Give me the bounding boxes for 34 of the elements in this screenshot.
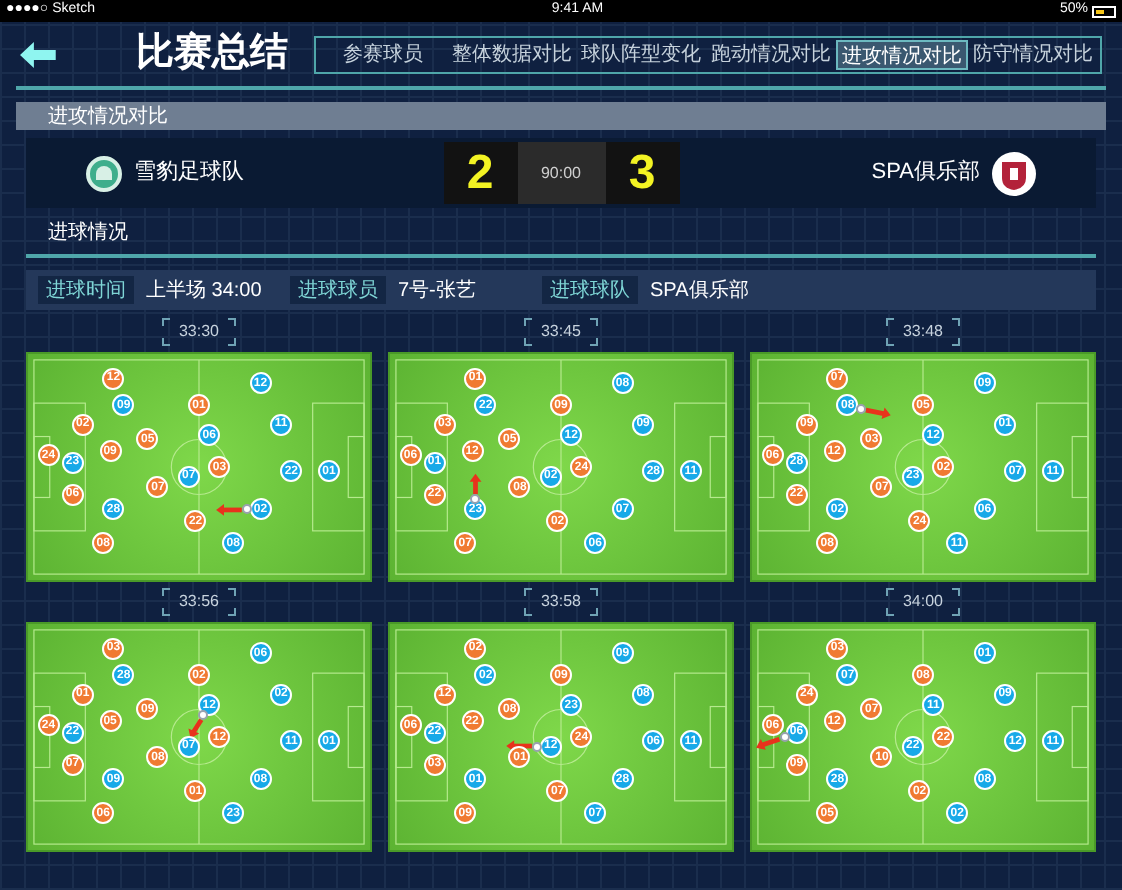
field-label: 进球球队 xyxy=(542,276,638,304)
section-header: 进攻情况对比 xyxy=(16,102,1106,130)
arrow-icon xyxy=(865,407,891,419)
arrow-icon xyxy=(756,736,781,750)
field-value: 7号-张艺 xyxy=(398,277,476,305)
time-label: 33:48 xyxy=(886,318,960,346)
page-title: 比赛总结 xyxy=(135,29,290,78)
back-icon[interactable] xyxy=(20,41,56,67)
time-label: 33:30 xyxy=(162,318,236,346)
team-name: SPA俱乐部 xyxy=(871,157,980,189)
score: 3 xyxy=(605,142,679,204)
team-logo-icon xyxy=(86,155,122,191)
tab[interactable]: 整体数据对比 xyxy=(447,39,577,69)
field-label: 进球时间 xyxy=(38,276,134,304)
battery-icon xyxy=(1091,5,1116,17)
field-label: 进球球员 xyxy=(290,276,386,304)
shield-logo-icon xyxy=(992,151,1036,195)
team-name: 雪豹足球队 xyxy=(134,158,244,189)
time-label: 34:00 xyxy=(886,588,960,616)
tab[interactable]: 参赛球员 xyxy=(318,39,448,69)
tab[interactable]: 球队阵型变化 xyxy=(576,39,707,69)
arrow-icon xyxy=(216,504,242,516)
time-label: 33:56 xyxy=(162,588,236,616)
score: 2 xyxy=(443,142,517,204)
tab[interactable]: 进攻情况对比 xyxy=(835,39,969,69)
field-value: SPA俱乐部 xyxy=(650,277,749,305)
field-value: 上半场 34:00 xyxy=(146,277,262,305)
match-clock: 90:00 xyxy=(517,142,605,204)
arrow-icon xyxy=(469,473,482,495)
tab[interactable]: 防守情况对比 xyxy=(968,39,1098,69)
subsection-title: 进球情况 xyxy=(46,219,130,248)
time-label: 33:58 xyxy=(524,588,598,616)
tab[interactable]: 跑动情况对比 xyxy=(706,39,836,69)
time-label: 33:45 xyxy=(524,318,598,346)
